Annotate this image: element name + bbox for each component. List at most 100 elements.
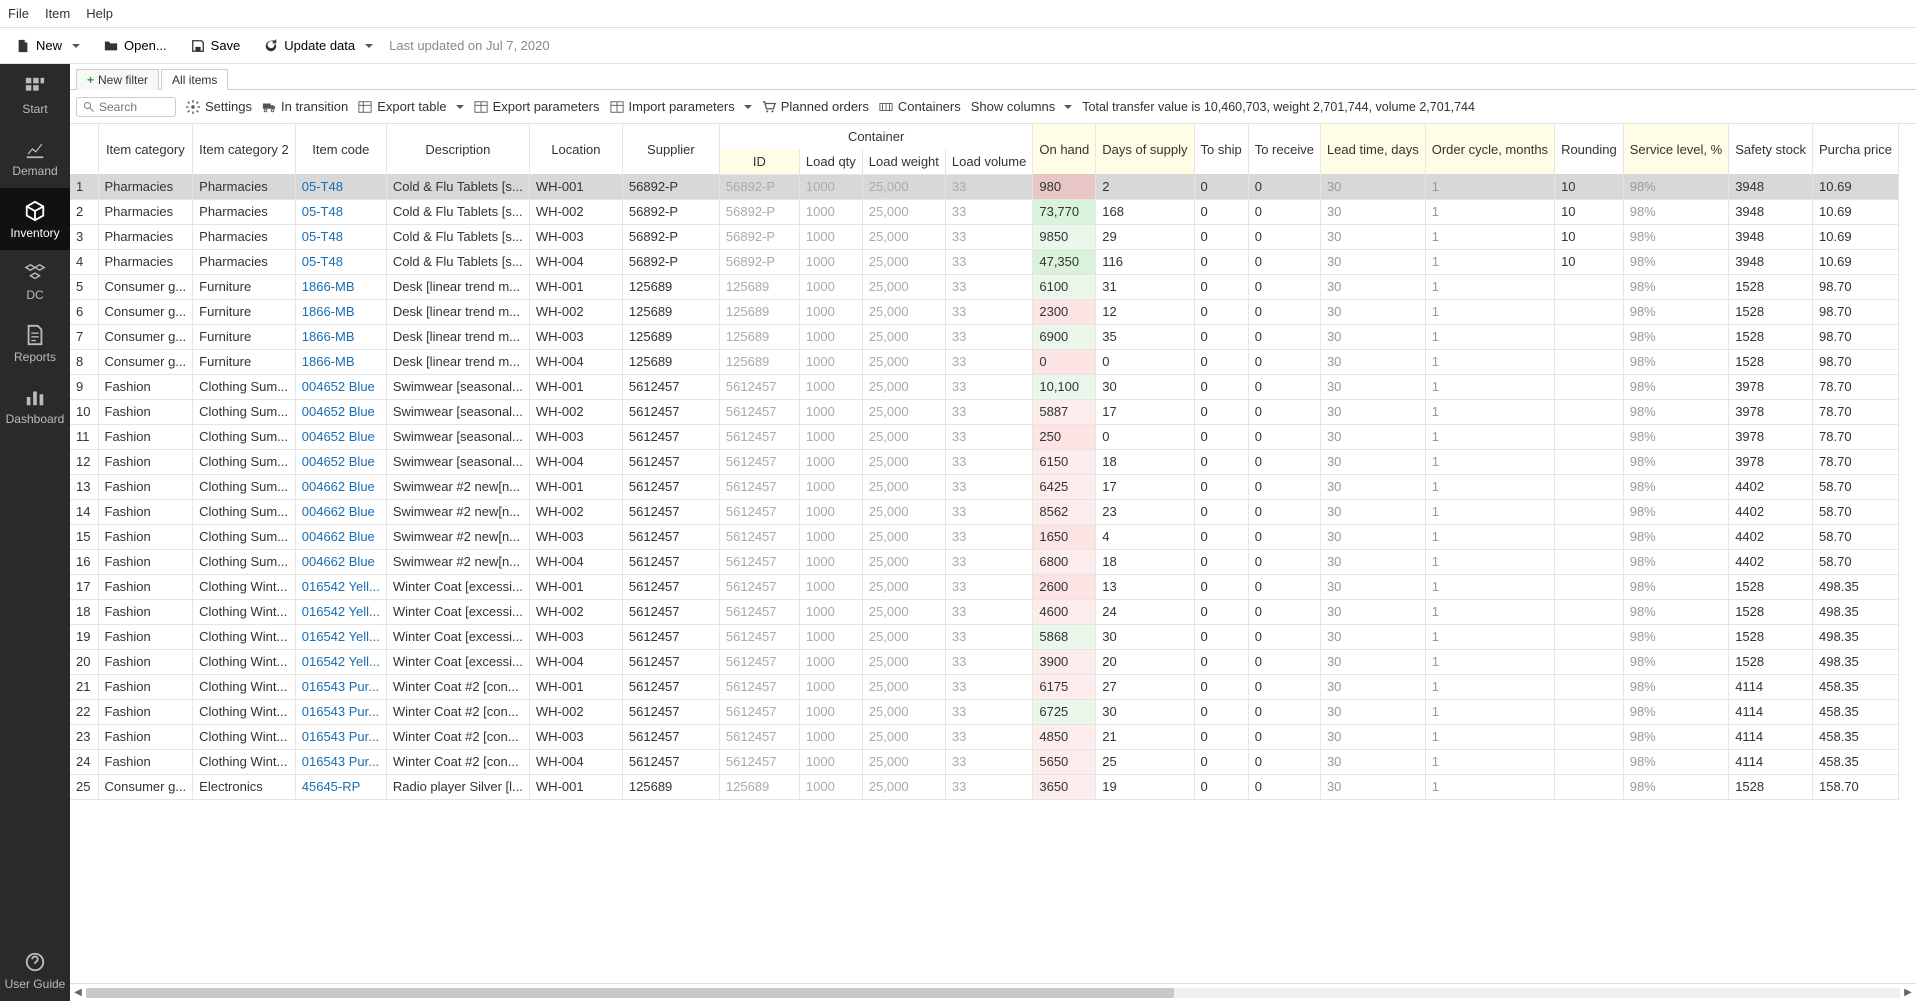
cell-item-code[interactable]: 016542 Yell...	[295, 624, 386, 649]
cell-item-code[interactable]: 1866-MB	[295, 299, 386, 324]
cell-order-cycle[interactable]: 1	[1425, 524, 1554, 549]
cell-load-qty[interactable]: 1000	[799, 674, 862, 699]
cell-rounding[interactable]	[1555, 774, 1624, 799]
cell-purchase-price[interactable]: 158.70	[1813, 774, 1899, 799]
cell-load-qty[interactable]: 1000	[799, 749, 862, 774]
cell-container-id[interactable]: 56892-P	[719, 224, 799, 249]
cell-order-cycle[interactable]: 1	[1425, 549, 1554, 574]
table-row[interactable]: 21FashionClothing Wint...016543 Pur...Wi…	[70, 674, 1899, 699]
cell-to-ship[interactable]: 0	[1194, 249, 1248, 274]
th-rownum[interactable]	[70, 124, 98, 174]
containers-button[interactable]: Containers	[879, 99, 961, 114]
cell-safety-stock[interactable]: 1528	[1729, 324, 1813, 349]
export-params-button[interactable]: Export parameters	[474, 99, 600, 114]
cell-supplier[interactable]: 5612457	[622, 449, 719, 474]
cell-supplier[interactable]: 5612457	[622, 699, 719, 724]
cell-days-supply[interactable]: 24	[1096, 599, 1194, 624]
table-row[interactable]: 11FashionClothing Sum...004652 BlueSwimw…	[70, 424, 1899, 449]
cell-category[interactable]: Fashion	[98, 724, 193, 749]
table-row[interactable]: 12FashionClothing Sum...004652 BlueSwimw…	[70, 449, 1899, 474]
cell-to-receive[interactable]: 0	[1248, 549, 1320, 574]
cell-item-code[interactable]: 004652 Blue	[295, 424, 386, 449]
cell-to-ship[interactable]: 0	[1194, 499, 1248, 524]
cell-category2[interactable]: Furniture	[193, 349, 296, 374]
cell-supplier[interactable]: 5612457	[622, 499, 719, 524]
cell-load-volume[interactable]: 33	[945, 374, 1032, 399]
table-row[interactable]: 25Consumer g...Electronics45645-RPRadio …	[70, 774, 1899, 799]
cell-safety-stock[interactable]: 1528	[1729, 349, 1813, 374]
cell-on-hand[interactable]: 6175	[1033, 674, 1096, 699]
cell-rounding[interactable]	[1555, 524, 1624, 549]
cell-service-level[interactable]: 98%	[1623, 549, 1728, 574]
cell-to-ship[interactable]: 0	[1194, 224, 1248, 249]
cell-location[interactable]: WH-004	[529, 349, 622, 374]
cell-description[interactable]: Winter Coat [excessi...	[386, 649, 529, 674]
cell-to-ship[interactable]: 0	[1194, 524, 1248, 549]
th-category2[interactable]: Item category 2	[193, 124, 296, 174]
rownum[interactable]: 4	[70, 249, 98, 274]
cell-order-cycle[interactable]: 1	[1425, 249, 1554, 274]
cell-order-cycle[interactable]: 1	[1425, 624, 1554, 649]
cell-lead-time[interactable]: 30	[1320, 749, 1425, 774]
cell-category[interactable]: Fashion	[98, 574, 193, 599]
cell-supplier[interactable]: 5612457	[622, 374, 719, 399]
cell-load-qty[interactable]: 1000	[799, 224, 862, 249]
cell-on-hand[interactable]: 5887	[1033, 399, 1096, 424]
cell-category2[interactable]: Clothing Wint...	[193, 724, 296, 749]
cell-to-receive[interactable]: 0	[1248, 274, 1320, 299]
cell-supplier[interactable]: 5612457	[622, 424, 719, 449]
cell-supplier[interactable]: 56892-P	[622, 249, 719, 274]
cell-purchase-price[interactable]: 498.35	[1813, 649, 1899, 674]
cell-order-cycle[interactable]: 1	[1425, 649, 1554, 674]
cell-rounding[interactable]	[1555, 374, 1624, 399]
cell-container-id[interactable]: 56892-P	[719, 249, 799, 274]
cell-load-volume[interactable]: 33	[945, 774, 1032, 799]
cell-description[interactable]: Swimwear #2 new[n...	[386, 524, 529, 549]
cell-order-cycle[interactable]: 1	[1425, 749, 1554, 774]
cell-days-supply[interactable]: 23	[1096, 499, 1194, 524]
cell-category2[interactable]: Pharmacies	[193, 199, 296, 224]
cell-supplier[interactable]: 125689	[622, 274, 719, 299]
cell-category2[interactable]: Clothing Sum...	[193, 524, 296, 549]
th-safety-stock[interactable]: Safety stock	[1729, 124, 1813, 174]
cell-load-volume[interactable]: 33	[945, 674, 1032, 699]
cell-safety-stock[interactable]: 3948	[1729, 199, 1813, 224]
cell-lead-time[interactable]: 30	[1320, 424, 1425, 449]
rownum[interactable]: 25	[70, 774, 98, 799]
cell-days-supply[interactable]: 20	[1096, 649, 1194, 674]
cell-rounding[interactable]	[1555, 274, 1624, 299]
cell-load-qty[interactable]: 1000	[799, 499, 862, 524]
cell-order-cycle[interactable]: 1	[1425, 699, 1554, 724]
cell-description[interactable]: Swimwear [seasonal...	[386, 449, 529, 474]
cell-description[interactable]: Winter Coat [excessi...	[386, 574, 529, 599]
rownum[interactable]: 7	[70, 324, 98, 349]
cell-to-ship[interactable]: 0	[1194, 424, 1248, 449]
table-row[interactable]: 4PharmaciesPharmacies05-T48Cold & Flu Ta…	[70, 249, 1899, 274]
cell-rounding[interactable]	[1555, 649, 1624, 674]
cell-lead-time[interactable]: 30	[1320, 274, 1425, 299]
cell-service-level[interactable]: 98%	[1623, 574, 1728, 599]
cell-load-weight[interactable]: 25,000	[862, 524, 945, 549]
cell-on-hand[interactable]: 6800	[1033, 549, 1096, 574]
cell-supplier[interactable]: 5612457	[622, 549, 719, 574]
cell-safety-stock[interactable]: 3948	[1729, 224, 1813, 249]
cell-to-ship[interactable]: 0	[1194, 324, 1248, 349]
cell-to-ship[interactable]: 0	[1194, 199, 1248, 224]
rownum[interactable]: 11	[70, 424, 98, 449]
cell-on-hand[interactable]: 250	[1033, 424, 1096, 449]
table-row[interactable]: 15FashionClothing Sum...004662 BlueSwimw…	[70, 524, 1899, 549]
cell-to-receive[interactable]: 0	[1248, 324, 1320, 349]
cell-load-weight[interactable]: 25,000	[862, 549, 945, 574]
th-load-qty[interactable]: Load qty	[799, 149, 862, 174]
table-row[interactable]: 5Consumer g...Furniture1866-MBDesk [line…	[70, 274, 1899, 299]
cell-category2[interactable]: Clothing Wint...	[193, 749, 296, 774]
th-days-supply[interactable]: Days of supply	[1096, 124, 1194, 174]
cell-container-id[interactable]: 5612457	[719, 499, 799, 524]
cell-to-ship[interactable]: 0	[1194, 624, 1248, 649]
cell-load-qty[interactable]: 1000	[799, 649, 862, 674]
cell-item-code[interactable]: 016543 Pur...	[295, 674, 386, 699]
table-row[interactable]: 13FashionClothing Sum...004662 BlueSwimw…	[70, 474, 1899, 499]
cell-rounding[interactable]	[1555, 674, 1624, 699]
cell-rounding[interactable]	[1555, 624, 1624, 649]
cell-order-cycle[interactable]: 1	[1425, 724, 1554, 749]
